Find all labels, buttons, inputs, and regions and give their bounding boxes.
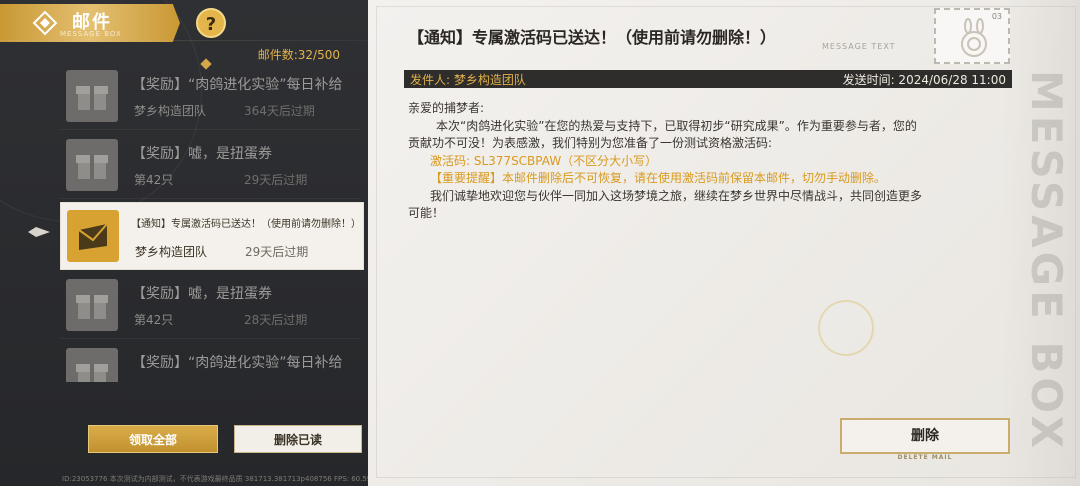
mail-list[interactable]: 【奖励】“肉鸽进化实验”每日补给 梦乡构造团队 364天后过期 【奖励】嘘，是扭… bbox=[60, 64, 364, 382]
mail-item[interactable]: 【奖励】嘘，是扭蛋券 第42只 29天后过期 bbox=[60, 133, 360, 199]
mail-detail-panel: MESSAGE BOX 03 【通知】专属激活码已送达！（使用前请勿删除！） M… bbox=[368, 0, 1080, 486]
side-decoration: MESSAGE BOX bbox=[1022, 70, 1071, 452]
delete-button-sub: DELETE MAIL bbox=[897, 454, 953, 461]
mail-paragraph: 我们诚挚地欢迎您与伙伴一同加入这场梦境之旅，继续在梦乡世界中尽情战斗，共同创造更… bbox=[430, 188, 923, 203]
postage-stamp: 03 bbox=[934, 8, 1010, 64]
mail-item-title: 【奖励】“肉鸽进化实验”每日补给 bbox=[132, 355, 343, 371]
debug-footer: ID:23053776 本次测试为内部测试，不代表游戏最终品质 381713.3… bbox=[62, 475, 368, 483]
mail-item-title: 【奖励】嘘，是扭蛋券 bbox=[132, 146, 272, 162]
gift-box-icon bbox=[66, 279, 118, 331]
mail-send-time: 发送时间: 2024/06/28 11:00 bbox=[842, 73, 1006, 87]
delete-read-button[interactable]: 删除已读 bbox=[234, 425, 362, 453]
gift-box-icon bbox=[66, 70, 118, 122]
mail-item-expire: 29天后过期 bbox=[244, 173, 308, 187]
mail-detail-title: 【通知】专属激活码已送达！（使用前请勿删除！） bbox=[408, 28, 777, 47]
gift-box-icon bbox=[66, 348, 118, 382]
mail-paragraph: 贡献功不可没！为表感激，我们特别为您准备了一份测试资格激活码: bbox=[408, 136, 773, 150]
mail-item[interactable]: 【奖励】“肉鸽进化实验”每日补给 bbox=[60, 342, 360, 382]
mail-item[interactable]: 【奖励】“肉鸽进化实验”每日补给 梦乡构造团队 364天后过期 bbox=[60, 64, 360, 130]
selection-pointer-icon bbox=[26, 224, 52, 238]
mail-greeting: 亲爱的捕梦者: bbox=[408, 101, 485, 115]
gift-box-icon bbox=[66, 139, 118, 191]
mail-detail-title-sub: MESSAGE TEXT bbox=[822, 42, 896, 51]
rabbit-swirl-icon bbox=[961, 18, 987, 57]
important-warning: 【重要提醒】本邮件删除后不可恢复，请在使用激活码前保留本邮件，切勿手动删除。 bbox=[430, 171, 887, 185]
mail-item-selected[interactable]: 【通知】专属激活码已送达！（使用前请勿删除！） 梦乡构造团队 29天后过期 bbox=[60, 202, 364, 270]
seal-mark-icon bbox=[818, 300, 874, 356]
mail-item-expire: 28天后过期 bbox=[244, 313, 308, 327]
mail-count: 邮件数:32/500 bbox=[257, 48, 340, 62]
mail-item-expire: 29天后过期 bbox=[245, 245, 309, 259]
mail-item-title: 【奖励】“肉鸽进化实验”每日补给 bbox=[132, 77, 343, 93]
panel-title-sub: MESSAGE BOX bbox=[60, 30, 122, 38]
mail-item-sender: 第42只 bbox=[134, 313, 174, 327]
mail-item-title: 【奖励】嘘，是扭蛋券 bbox=[132, 286, 272, 302]
mail-item-expire: 364天后过期 bbox=[244, 104, 315, 118]
claim-all-button[interactable]: 领取全部 bbox=[88, 425, 218, 453]
activation-code[interactable]: 激活码: SL377SCBPAW（不区分大小写） bbox=[408, 153, 1016, 171]
mail-info-bar: 发件人: 梦乡构造团队 发送时间: 2024/06/28 11:00 bbox=[404, 70, 1012, 88]
delete-button[interactable]: 删除 DELETE MAIL bbox=[840, 418, 1010, 461]
mail-body: 亲爱的捕梦者: 本次“肉鸽进化实验”在您的热爱与支持下，已取得初步“研究成果”。… bbox=[408, 100, 1016, 223]
mail-item-sender: 第42只 bbox=[134, 173, 174, 187]
mail-list-panel: 邮件 MESSAGE BOX ? 邮件数:32/500 【奖励】“肉鸽进化实验”… bbox=[0, 0, 368, 486]
mail-item[interactable]: 【奖励】嘘，是扭蛋券 第42只 28天后过期 bbox=[60, 273, 360, 339]
mail-item-sender: 梦乡构造团队 bbox=[135, 245, 208, 259]
mail-item-sender: 梦乡构造团队 bbox=[134, 104, 207, 118]
stamp-number: 03 bbox=[991, 12, 1002, 21]
mail-paragraph: 本次“肉鸽进化实验”在您的热爱与支持下，已取得初步“研究成果”。作为重要参与者，… bbox=[436, 118, 917, 133]
mail-item-title: 【通知】专属激活码已送达！（使用前请勿删除！） bbox=[131, 219, 361, 230]
mail-sender: 发件人: 梦乡构造团队 bbox=[410, 73, 526, 87]
envelope-icon bbox=[67, 210, 119, 262]
help-button[interactable]: ? bbox=[196, 8, 226, 38]
mail-logo-icon bbox=[30, 8, 60, 38]
mail-paragraph: 可能！ bbox=[408, 206, 445, 220]
